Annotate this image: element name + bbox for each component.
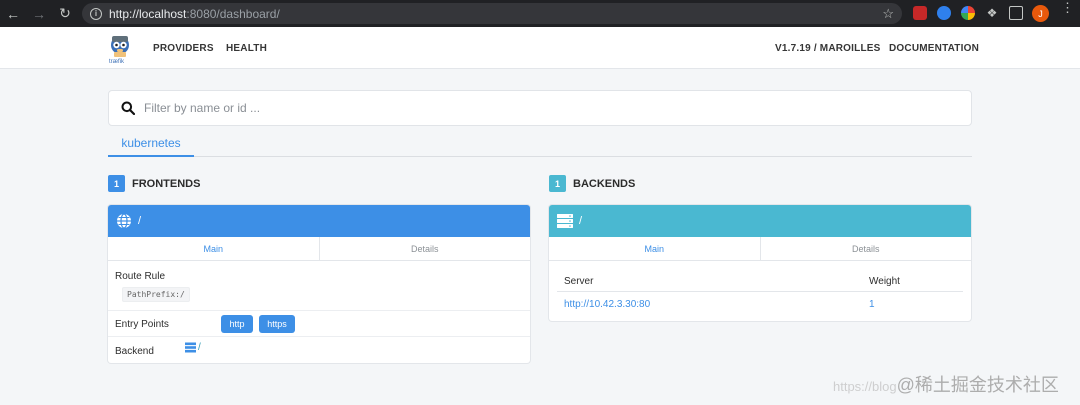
forward-arrow-icon[interactable]: →: [26, 0, 52, 27]
entry-points-label: Entry Points: [115, 319, 169, 330]
column-header-weight: Weight: [869, 276, 900, 287]
backend-card-header[interactable]: /: [549, 205, 971, 237]
nav-documentation-link[interactable]: DOCUMENTATION: [889, 43, 979, 54]
server-icon: [557, 214, 573, 228]
column-header-server: Server: [564, 276, 594, 287]
profile-avatar[interactable]: J: [1032, 5, 1049, 22]
info-icon[interactable]: i: [90, 7, 102, 20]
app-navbar: træfik PROVIDERS HEALTH V1.7.19 / MAROIL…: [0, 27, 1080, 69]
address-bar[interactable]: i http://localhost:8080/dashboard/ ☆: [82, 3, 902, 24]
frontend-card-title: /: [138, 215, 142, 227]
server-url-link[interactable]: http://10.42.3.30:80: [564, 299, 650, 310]
entry-point-http-button[interactable]: http: [221, 315, 253, 333]
nav-health-link[interactable]: HEALTH: [226, 43, 267, 54]
tab-frontend-main[interactable]: Main: [108, 237, 320, 260]
cast-icon[interactable]: [1009, 6, 1023, 20]
puzzle-icon[interactable]: ❖: [985, 6, 999, 20]
search-box: [108, 90, 972, 126]
extension-icon-1[interactable]: [913, 6, 927, 20]
table-divider: [557, 291, 963, 292]
provider-tabs: kubernetes: [108, 130, 972, 157]
backends-heading: 1 BACKENDS: [549, 175, 635, 192]
version-label: V1.7.19 / MAROILLES: [775, 43, 881, 54]
star-icon[interactable]: ☆: [882, 6, 894, 22]
route-rule-label: Route Rule: [115, 271, 166, 282]
entry-points-row: Entry Points http https: [108, 311, 530, 337]
backend-row: Backend /: [108, 337, 530, 362]
server-icon: [185, 342, 196, 353]
backend-card-tabs: Main Details: [549, 237, 971, 261]
frontend-card-header[interactable]: /: [108, 205, 530, 237]
servers-table: Server Weight http://10.42.3.30:80 1: [549, 261, 971, 319]
frontend-card: / Main Details Route Rule PathPrefix:/ E…: [108, 205, 530, 363]
nav-providers-link[interactable]: PROVIDERS: [153, 43, 214, 54]
reload-icon[interactable]: ↻: [52, 0, 78, 27]
back-arrow-icon[interactable]: ←: [0, 0, 26, 27]
menu-dots-icon[interactable]: ⋮: [1061, 1, 1074, 14]
browser-toolbar: ← → ↻ i http://localhost:8080/dashboard/…: [0, 0, 1080, 27]
backend-link-text[interactable]: /: [198, 342, 201, 353]
logo-text: træfik: [109, 59, 124, 65]
entry-point-https-button[interactable]: https: [259, 315, 295, 333]
frontends-heading: 1 FRONTENDS: [108, 175, 200, 192]
tab-kubernetes[interactable]: kubernetes: [108, 130, 194, 157]
route-rule-row: Route Rule PathPrefix:/: [108, 261, 530, 311]
extension-icon-2[interactable]: [937, 6, 951, 20]
backend-label: Backend: [115, 346, 154, 357]
backends-title: BACKENDS: [573, 177, 636, 190]
extension-icon-3[interactable]: [961, 6, 975, 20]
frontends-count-badge: 1: [108, 175, 125, 192]
backend-card: / Main Details Server Weight http://10.4…: [549, 205, 971, 321]
globe-icon: [117, 213, 131, 229]
search-icon: [121, 101, 135, 115]
server-weight: 1: [869, 299, 875, 310]
backend-link[interactable]: /: [185, 342, 201, 353]
backend-card-title: /: [579, 215, 583, 227]
frontend-card-tabs: Main Details: [108, 237, 530, 261]
route-rule-value: PathPrefix:/: [122, 287, 190, 302]
tab-frontend-details[interactable]: Details: [320, 237, 531, 260]
tab-backend-main[interactable]: Main: [549, 237, 761, 260]
url-text[interactable]: http://localhost:8080/dashboard/: [109, 7, 280, 21]
search-input[interactable]: [144, 101, 924, 115]
watermark: https://blog@稀土掘金技术社区: [833, 375, 1059, 395]
tab-backend-details[interactable]: Details: [761, 237, 972, 260]
backends-count-badge: 1: [549, 175, 566, 192]
frontends-title: FRONTENDS: [132, 177, 201, 190]
